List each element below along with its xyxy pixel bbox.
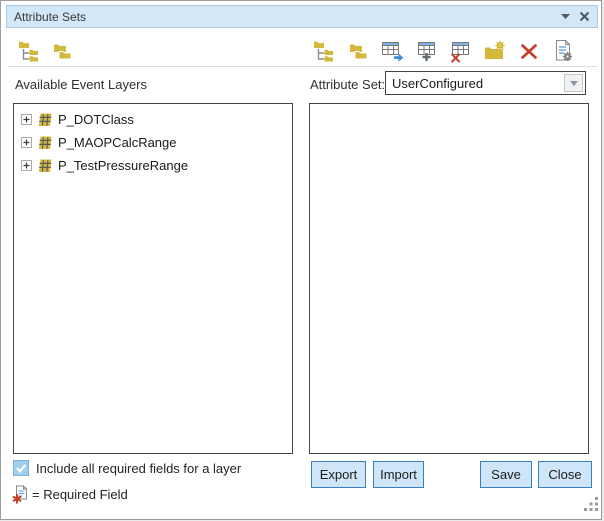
tree-item-p-dotclass[interactable]: P_DOTClass <box>14 108 292 131</box>
delete-x-icon <box>517 39 541 63</box>
properties-doc-gear-icon <box>551 39 575 63</box>
resize-grip-icon <box>584 497 599 512</box>
attribute-set-fields-list[interactable] <box>309 103 589 454</box>
properties-button[interactable] <box>551 39 575 63</box>
tree-item-p-testpressurerange[interactable]: P_TestPressureRange <box>14 154 292 177</box>
add-table-icon <box>415 39 439 63</box>
checkmark-icon <box>15 462 27 474</box>
attribute-set-dropdown-button[interactable] <box>564 74 583 92</box>
expand-plus-icon[interactable] <box>21 137 32 148</box>
open-attribute-set-icon <box>347 39 371 63</box>
delete-button[interactable] <box>517 39 541 63</box>
titlebar-menu-button[interactable] <box>561 14 570 19</box>
toolbar-separator <box>7 66 597 67</box>
panel-title: Attribute Sets <box>14 10 86 24</box>
export-table-button[interactable] <box>381 39 405 63</box>
remove-table-button[interactable] <box>449 39 473 63</box>
expand-plus-icon[interactable] <box>21 114 32 125</box>
include-required-fields-checkbox[interactable] <box>13 460 29 476</box>
remove-table-icon <box>449 39 473 63</box>
new-attribute-set-icon <box>313 39 337 63</box>
combobox-arrow-icon <box>570 81 578 86</box>
resize-grip[interactable] <box>584 497 599 517</box>
new-attribute-set-button-2[interactable] <box>313 39 337 63</box>
close-x-icon <box>579 11 590 22</box>
new-attribute-set-icon <box>18 39 42 63</box>
toolbar-right <box>313 39 575 63</box>
required-field-legend-label: = Required Field <box>32 487 128 502</box>
close-button[interactable]: Close <box>538 461 592 488</box>
event-layer-icon <box>37 158 53 174</box>
save-attribute-set-button[interactable] <box>483 39 507 63</box>
export-table-icon <box>381 39 405 63</box>
add-table-button[interactable] <box>415 39 439 63</box>
attribute-set-combobox[interactable]: UserConfigured <box>385 71 586 95</box>
event-layer-icon <box>37 135 53 151</box>
include-required-fields-row: Include all required fields for a layer <box>13 460 241 476</box>
event-layer-icon <box>37 112 53 128</box>
required-field-legend-row: = Required Field <box>12 485 128 504</box>
open-attribute-set-button[interactable] <box>51 39 75 63</box>
expand-plus-icon[interactable] <box>21 160 32 171</box>
tree-item-label: P_MAOPCalcRange <box>58 135 177 150</box>
available-event-layers-list[interactable]: P_DOTClass P_MAOPCalcRange <box>13 103 293 454</box>
new-attribute-set-button[interactable] <box>18 39 42 63</box>
open-attribute-set-icon <box>51 39 75 63</box>
toolbar-left <box>18 39 75 63</box>
tree-item-label: P_TestPressureRange <box>58 158 188 173</box>
attribute-set-value: UserConfigured <box>392 76 483 91</box>
dropdown-arrow-icon <box>561 14 570 19</box>
include-required-fields-label: Include all required fields for a layer <box>36 461 241 476</box>
titlebar-close-button[interactable] <box>579 11 590 22</box>
available-event-layers-label: Available Event Layers <box>15 77 147 92</box>
import-button[interactable]: Import <box>373 461 424 488</box>
tree-item-label: P_DOTClass <box>58 112 134 127</box>
tree-item-p-maopcalcrange[interactable]: P_MAOPCalcRange <box>14 131 292 154</box>
export-button[interactable]: Export <box>311 461 366 488</box>
save-button[interactable]: Save <box>480 461 532 488</box>
open-attribute-set-button-2[interactable] <box>347 39 371 63</box>
save-attribute-set-icon <box>483 39 507 63</box>
titlebar[interactable]: Attribute Sets <box>6 5 598 28</box>
attribute-sets-panel: Attribute Sets <box>0 0 602 520</box>
attribute-set-label: Attribute Set: <box>310 77 385 92</box>
required-field-icon <box>12 485 28 504</box>
